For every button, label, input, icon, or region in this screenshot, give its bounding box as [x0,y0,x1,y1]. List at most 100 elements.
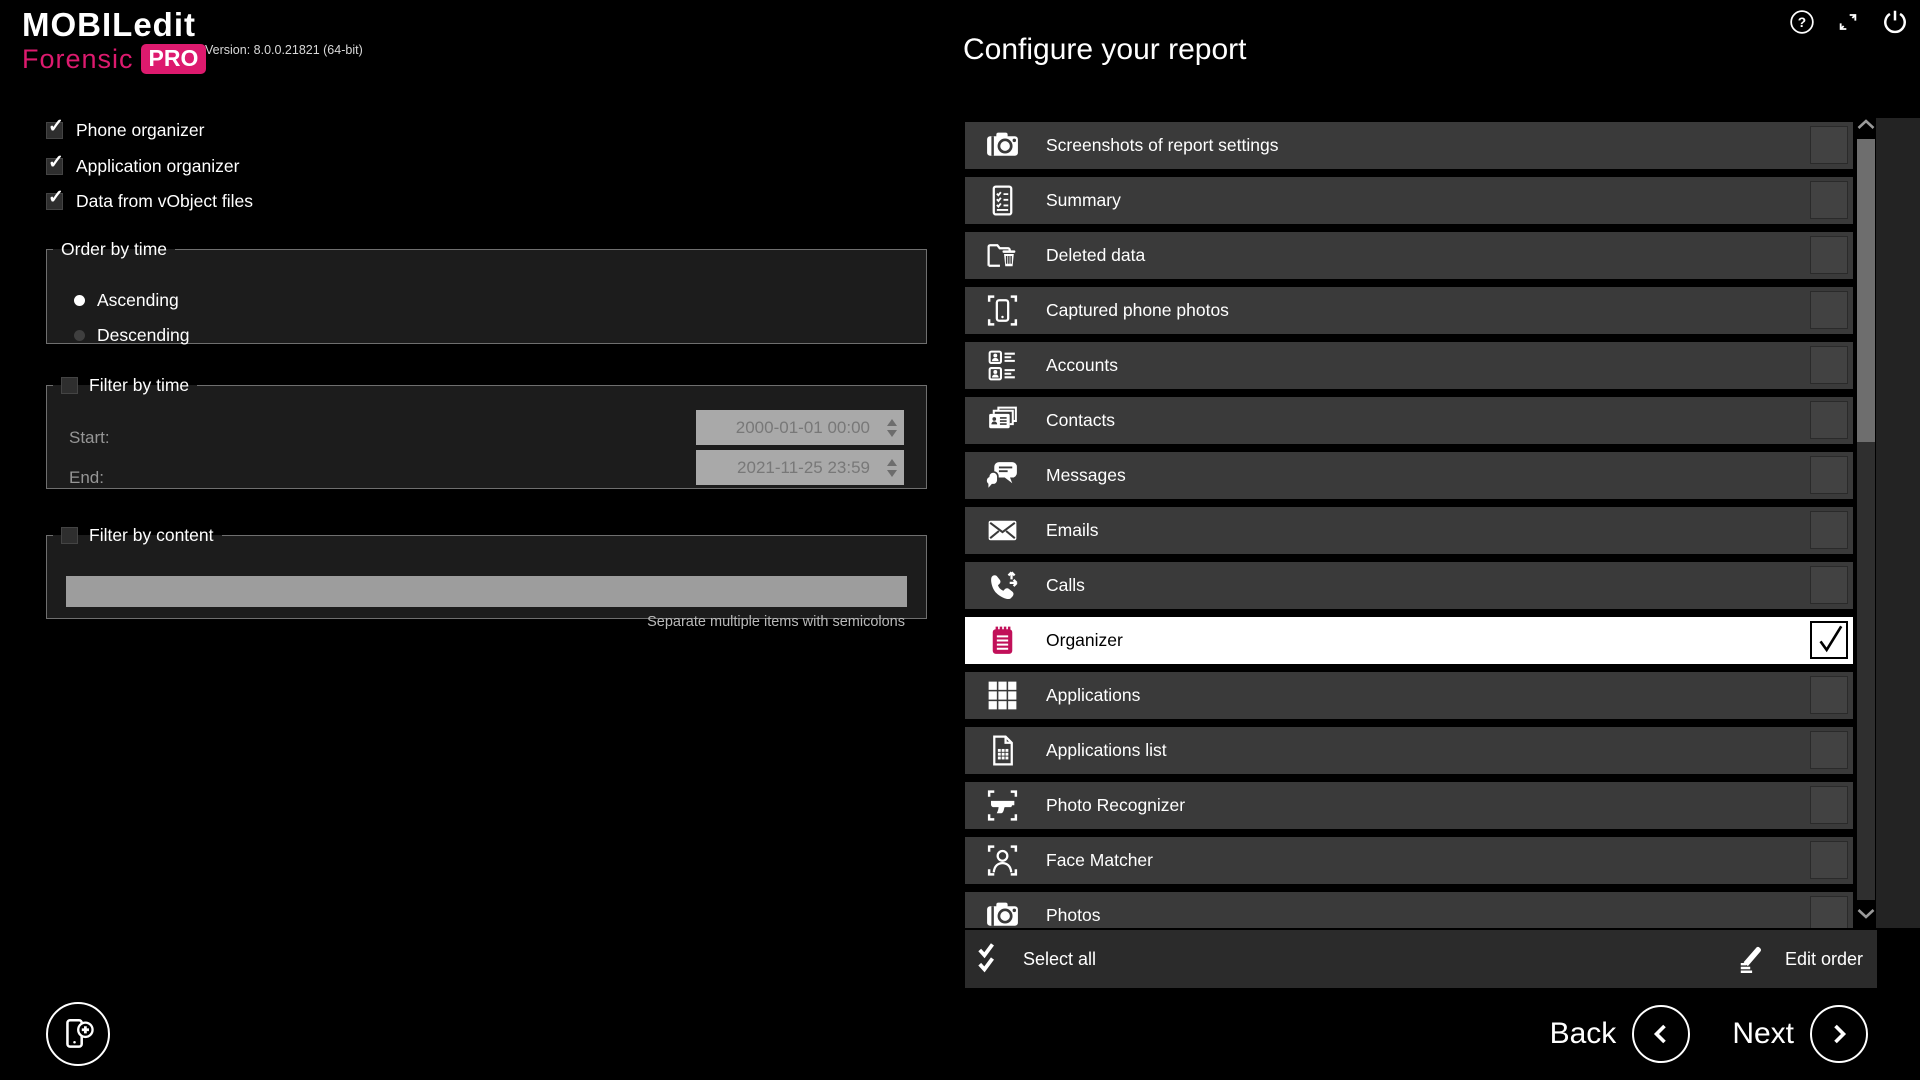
filter-by-content-group: Filter by content Separate multiple item… [46,525,927,619]
report-item-calls[interactable]: Calls [965,562,1853,609]
report-item-checkbox[interactable] [1810,236,1848,274]
checkbox-icon[interactable]: ✓ [46,122,63,139]
radio-ascending[interactable]: Ascending [74,293,179,307]
scrollbar-thumb[interactable] [1857,139,1875,442]
report-item-checkbox[interactable] [1810,841,1848,879]
logo-mobiledit: MOBILedit [22,8,206,41]
filter-by-time-legend: Filter by time [53,375,197,396]
scroll-down-icon[interactable] [1856,908,1876,920]
report-item-label: Deleted data [1046,245,1145,266]
report-item-label: Messages [1046,465,1126,486]
end-spinner[interactable] [887,450,897,485]
scroll-up-icon[interactable] [1856,118,1876,130]
report-item-label: Summary [1046,190,1121,211]
report-item-label: Applications [1046,685,1140,706]
resize-icon[interactable] [1836,10,1860,34]
report-item-checkbox[interactable] [1810,786,1848,824]
report-item-summary[interactable]: Summary [965,177,1853,224]
report-item-checkbox[interactable] [1810,896,1848,928]
help-icon[interactable] [1789,9,1815,35]
report-item-checkbox[interactable] [1810,291,1848,329]
start-spinner[interactable] [887,410,897,445]
report-item-contacts[interactable]: Contacts [965,397,1853,444]
organizer-icon [984,622,1021,659]
calls-icon [984,567,1021,604]
report-item-label: Screenshots of report settings [1046,135,1278,156]
next-button[interactable]: Next [1732,1005,1868,1063]
report-item-label: Emails [1046,520,1099,541]
report-item-checkbox[interactable] [1810,346,1848,384]
end-datetime-input[interactable] [696,450,904,485]
scrollbar-gutter [1876,118,1920,928]
report-item-emails[interactable]: Emails [965,507,1853,554]
checkbox-icon[interactable]: ✓ [46,158,63,175]
end-label: End: [69,468,104,488]
report-item-checkbox[interactable] [1810,731,1848,769]
report-item-face-matcher[interactable]: Face Matcher [965,837,1853,884]
report-item-checkbox[interactable] [1810,511,1848,549]
filter-by-content-checkbox[interactable] [61,527,78,544]
spin-up-icon[interactable] [887,419,897,426]
report-item-checkbox[interactable] [1810,566,1848,604]
report-item-organizer[interactable]: Organizer [965,617,1853,664]
report-item-label: Face Matcher [1046,850,1153,871]
report-item-checkbox[interactable] [1810,181,1848,219]
checkbox-phone-organizer[interactable]: ✓ Phone organizer [46,121,204,139]
checkbox-label: Data from vObject files [76,191,253,212]
report-item-label: Photos [1046,905,1100,926]
radio-dot[interactable] [74,330,85,341]
report-item-checkbox[interactable] [1810,676,1848,714]
report-item-deleted-data[interactable]: Deleted data [965,232,1853,279]
report-item-checkbox[interactable] [1810,456,1848,494]
report-item-checkbox[interactable] [1810,401,1848,439]
report-item-messages[interactable]: Messages [965,452,1853,499]
order-by-time-group: Order by time Ascending Descending [46,239,927,344]
back-button[interactable]: Back [1550,1005,1691,1063]
select-all-button[interactable]: Select all [975,942,1096,976]
checkbox-application-organizer[interactable]: ✓ Application organizer [46,157,239,175]
report-item-applications-list[interactable]: Applications list [965,727,1853,774]
report-item-label: Captured phone photos [1046,300,1229,321]
connect-phone-button[interactable] [46,1002,110,1066]
edit-order-button[interactable]: Edit order [1737,942,1863,976]
list-footer-bar: Select all Edit order [965,930,1877,988]
start-datetime-input[interactable] [696,410,904,445]
filter-by-time-checkbox[interactable] [61,377,78,394]
content-filter-input[interactable] [66,576,907,607]
emails-icon [984,512,1021,549]
wizard-navigation: Back Next [1550,1005,1868,1063]
report-item-photo-recognizer[interactable]: Photo Recognizer [965,782,1853,829]
phone-add-icon [59,1015,97,1053]
chevron-right-icon[interactable] [1810,1005,1868,1063]
report-item-label: Calls [1046,575,1085,596]
radio-dot[interactable] [74,295,85,306]
start-datetime-field [696,410,904,445]
report-item-label: Photo Recognizer [1046,795,1185,816]
logo-pro-badge: PRO [141,44,207,74]
power-icon[interactable] [1881,8,1909,36]
report-item-applications[interactable]: Applications [965,672,1853,719]
spin-up-icon[interactable] [887,459,897,466]
radio-descending[interactable]: Descending [74,328,189,342]
captured-phone-icon [984,292,1021,329]
edit-order-icon [1737,942,1771,976]
checkbox-data-vobject[interactable]: ✓ Data from vObject files [46,192,253,210]
checkbox-label: Application organizer [76,156,239,177]
applications-list-icon [984,732,1021,769]
report-item-checkbox[interactable] [1810,621,1848,659]
report-list: Screenshots of report settings Summary D… [965,122,1853,928]
report-item-photos[interactable]: Photos [965,892,1853,928]
report-item-checkbox[interactable] [1810,126,1848,164]
end-datetime-field [696,450,904,485]
report-item-screenshots-of-report-settings[interactable]: Screenshots of report settings [965,122,1853,169]
report-item-accounts[interactable]: Accounts [965,342,1853,389]
spin-down-icon[interactable] [887,470,897,477]
chevron-left-icon[interactable] [1632,1005,1690,1063]
spin-down-icon[interactable] [887,430,897,437]
report-item-captured-phone-photos[interactable]: Captured phone photos [965,287,1853,334]
app-logo: MOBILedit Forensic PRO [22,8,206,74]
camera-icon [984,127,1021,164]
report-item-label: Contacts [1046,410,1115,431]
content-filter-hint: Separate multiple items with semicolons [647,614,905,630]
checkbox-icon[interactable]: ✓ [46,193,63,210]
